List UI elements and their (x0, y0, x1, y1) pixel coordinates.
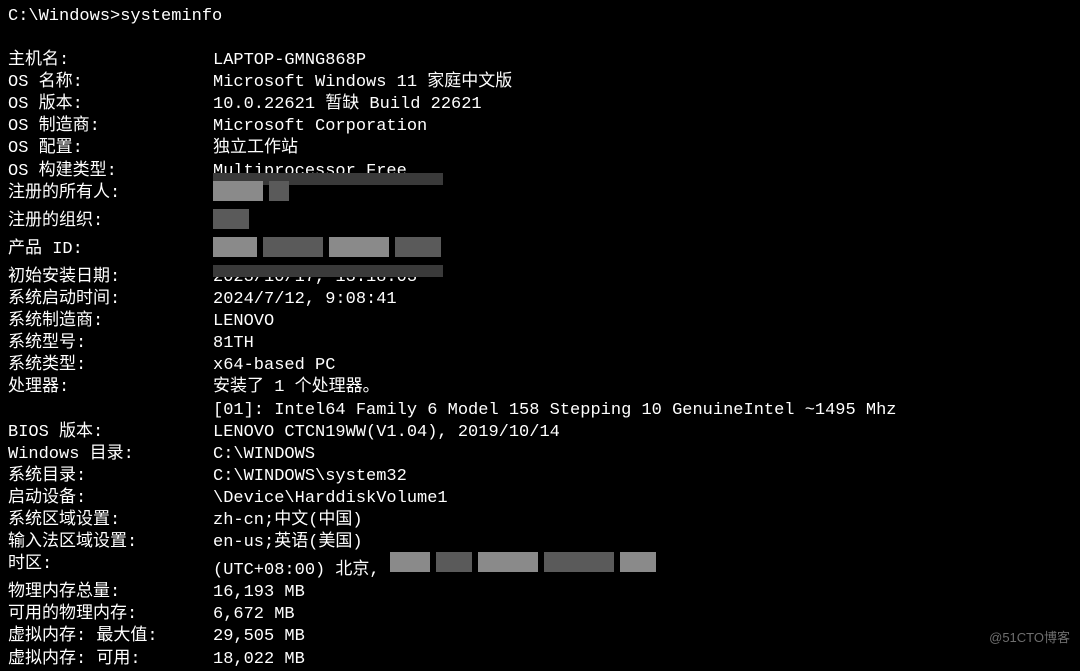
info-value: 独立工作站 (213, 138, 1072, 160)
info-row: 处理器:安装了 1 个处理器。 (8, 377, 1072, 399)
info-label: 注册的所有人: (8, 183, 213, 211)
info-value: 安装了 1 个处理器。 (213, 377, 1072, 399)
info-label: OS 制造商: (8, 116, 213, 138)
info-value: 6,672 MB (213, 604, 1072, 626)
info-label: 时区: (8, 554, 213, 582)
info-row: 注册的所有人: (8, 183, 1072, 211)
info-value: 2023/10/17, 13:18:03 (213, 267, 1072, 289)
info-row: [01]: Intel64 Family 6 Model 158 Steppin… (8, 400, 1072, 422)
info-value: 29,505 MB (213, 626, 1072, 648)
info-label: 输入法区域设置: (8, 532, 213, 554)
info-row: 系统区域设置:zh-cn;中文(中国) (8, 510, 1072, 532)
info-value: LAPTOP-GMNG868P (213, 50, 1072, 72)
info-row: 启动设备:\Device\HarddiskVolume1 (8, 488, 1072, 510)
info-value: 81TH (213, 333, 1072, 355)
info-value: C:\WINDOWS\system32 (213, 466, 1072, 488)
info-label: 系统启动时间: (8, 289, 213, 311)
info-label: OS 配置: (8, 138, 213, 160)
info-label: 注册的组织: (8, 211, 213, 239)
info-label: 启动设备: (8, 488, 213, 510)
info-row: 时区:(UTC+08:00) 北京, (8, 554, 1072, 582)
info-label: 处理器: (8, 377, 213, 399)
info-label: 虚拟内存: 可用: (8, 649, 213, 671)
watermark: @51CTO博客 (989, 630, 1070, 647)
info-value: 16,193 MB (213, 582, 1072, 604)
info-label: 可用的物理内存: (8, 604, 213, 626)
info-value (213, 183, 1072, 211)
info-row: OS 制造商:Microsoft Corporation (8, 116, 1072, 138)
info-value: Microsoft Windows 11 家庭中文版 (213, 72, 1072, 94)
info-value: LENOVO CTCN19WW(V1.04), 2019/10/14 (213, 422, 1072, 444)
info-row: BIOS 版本:LENOVO CTCN19WW(V1.04), 2019/10/… (8, 422, 1072, 444)
info-label: OS 构建类型: (8, 161, 213, 183)
redaction-overlay (213, 265, 443, 277)
info-row: 产品 ID: (8, 239, 1072, 267)
info-value: 2024/7/12, 9:08:41 (213, 289, 1072, 311)
info-row: OS 版本:10.0.22621 暂缺 Build 22621 (8, 94, 1072, 116)
info-value: [01]: Intel64 Family 6 Model 158 Steppin… (213, 400, 1072, 422)
info-value (213, 239, 1072, 267)
info-label: 系统区域设置: (8, 510, 213, 532)
info-value: C:\WINDOWS (213, 444, 1072, 466)
info-label: BIOS 版本: (8, 422, 213, 444)
info-label: 系统制造商: (8, 311, 213, 333)
info-row: 虚拟内存: 最大值:29,505 MB (8, 626, 1072, 648)
info-label: 系统型号: (8, 333, 213, 355)
info-value: LENOVO (213, 311, 1072, 333)
info-value: Microsoft Corporation (213, 116, 1072, 138)
systeminfo-output: 主机名:LAPTOP-GMNG868POS 名称:Microsoft Windo… (8, 50, 1072, 671)
info-value: 10.0.22621 暂缺 Build 22621 (213, 94, 1072, 116)
info-value: en-us;英语(美国) (213, 532, 1072, 554)
info-row: Windows 目录:C:\WINDOWS (8, 444, 1072, 466)
info-row: OS 配置:独立工作站 (8, 138, 1072, 160)
info-label: OS 版本: (8, 94, 213, 116)
info-label: 主机名: (8, 50, 213, 72)
info-row: 系统启动时间:2024/7/12, 9:08:41 (8, 289, 1072, 311)
info-row: 系统目录:C:\WINDOWS\system32 (8, 466, 1072, 488)
info-label: OS 名称: (8, 72, 213, 94)
info-row: 系统型号:81TH (8, 333, 1072, 355)
info-row: 可用的物理内存:6,672 MB (8, 604, 1072, 626)
info-value: (UTC+08:00) 北京, (213, 554, 1072, 582)
info-value: zh-cn;中文(中国) (213, 510, 1072, 532)
info-value: \Device\HarddiskVolume1 (213, 488, 1072, 510)
info-value (213, 211, 1072, 239)
info-row: 系统制造商:LENOVO (8, 311, 1072, 333)
info-label: 系统目录: (8, 466, 213, 488)
info-label: Windows 目录: (8, 444, 213, 466)
redacted-block (213, 239, 441, 259)
info-row: OS 构建类型:Multiprocessor Free (8, 161, 1072, 183)
redacted-block (213, 183, 289, 203)
command-prompt: C:\Windows>systeminfo (8, 6, 1072, 28)
info-label: 系统类型: (8, 355, 213, 377)
info-row: 初始安装日期:2023/10/17, 13:18:03 (8, 267, 1072, 289)
redacted-block (390, 554, 656, 574)
info-row: 物理内存总量:16,193 MB (8, 582, 1072, 604)
info-value: Multiprocessor Free (213, 161, 1072, 183)
info-label: 产品 ID: (8, 239, 213, 267)
info-row: 虚拟内存: 可用:18,022 MB (8, 649, 1072, 671)
info-row: 注册的组织: (8, 211, 1072, 239)
info-row: 输入法区域设置:en-us;英语(美国) (8, 532, 1072, 554)
redacted-block (213, 211, 249, 231)
info-row: 系统类型:x64-based PC (8, 355, 1072, 377)
info-value: x64-based PC (213, 355, 1072, 377)
info-value: 18,022 MB (213, 649, 1072, 671)
info-row: OS 名称:Microsoft Windows 11 家庭中文版 (8, 72, 1072, 94)
info-label: 初始安装日期: (8, 267, 213, 289)
info-label: 虚拟内存: 最大值: (8, 626, 213, 648)
info-row: 主机名:LAPTOP-GMNG868P (8, 50, 1072, 72)
info-label: 物理内存总量: (8, 582, 213, 604)
